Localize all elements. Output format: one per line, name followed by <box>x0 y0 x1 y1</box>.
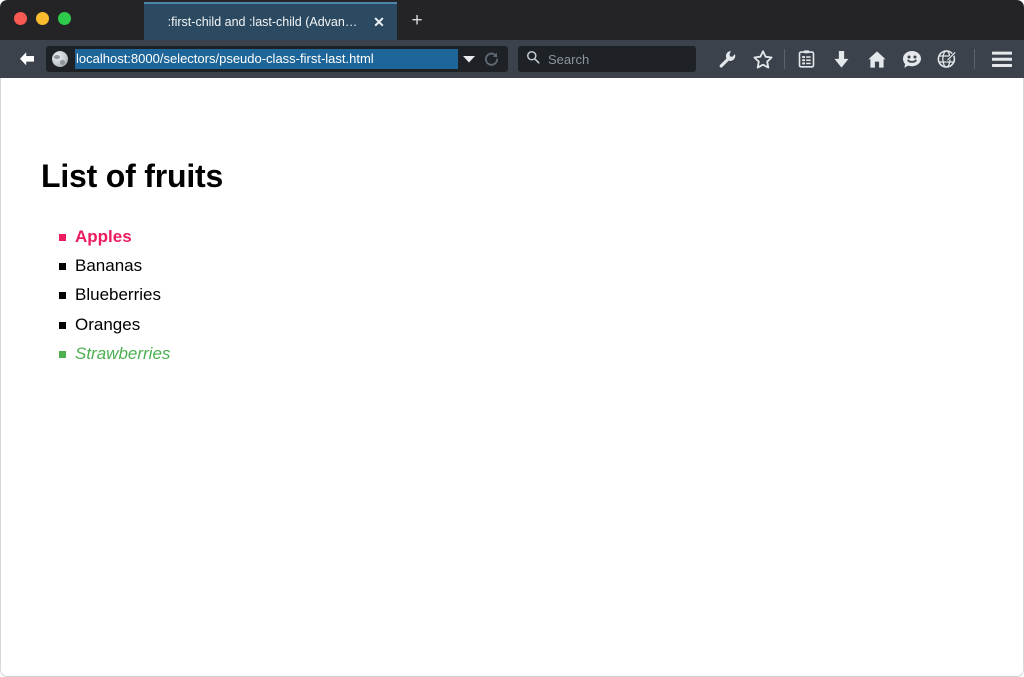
toolbar-separator-2 <box>974 49 975 69</box>
list-item: Oranges <box>58 310 170 339</box>
list-item: Apples <box>58 222 170 251</box>
new-tab-button[interactable]: + <box>397 2 437 40</box>
search-input[interactable]: Search <box>548 52 589 67</box>
search-icon <box>526 50 540 69</box>
list-item: Strawberries <box>58 339 170 368</box>
reload-icon[interactable] <box>480 52 502 67</box>
url-bar[interactable]: localhost:8000/selectors/pseudo-class-fi… <box>46 46 508 72</box>
download-icon[interactable] <box>824 44 859 74</box>
toolbar-icon-group <box>710 44 1019 74</box>
home-icon[interactable] <box>859 44 894 74</box>
back-button[interactable] <box>10 44 44 74</box>
wrench-icon[interactable] <box>710 44 745 74</box>
chevron-down-icon[interactable] <box>458 55 480 63</box>
globe-icon <box>52 51 68 67</box>
close-window-button[interactable] <box>14 12 27 25</box>
browser-tab-active[interactable]: :first-child and :last-child (Advan… ✕ <box>144 2 397 40</box>
fruit-list: Apples Bananas Blueberries Oranges Straw… <box>41 222 170 368</box>
star-icon[interactable] <box>745 44 780 74</box>
toolbar-separator-1 <box>784 49 785 69</box>
tab-strip: :first-child and :last-child (Advan… ✕ + <box>144 0 437 40</box>
close-icon[interactable]: ✕ <box>369 12 389 32</box>
browser-window: :first-child and :last-child (Advan… ✕ +… <box>0 0 1024 677</box>
smiley-icon[interactable] <box>894 44 929 74</box>
globe-pencil-icon[interactable] <box>929 44 964 74</box>
reader-icon[interactable] <box>789 44 824 74</box>
list-item: Blueberries <box>58 280 170 309</box>
list-item: Bananas <box>58 251 170 280</box>
zoom-window-button[interactable] <box>58 12 71 25</box>
titlebar: :first-child and :last-child (Advan… ✕ + <box>0 0 1024 40</box>
navigation-toolbar: localhost:8000/selectors/pseudo-class-fi… <box>0 40 1024 78</box>
page-title: List of fruits <box>41 158 224 194</box>
traffic-lights <box>14 12 71 25</box>
tab-title: :first-child and :last-child (Advan… <box>167 15 358 29</box>
search-box[interactable]: Search <box>518 46 696 72</box>
back-arrow-icon <box>18 51 36 67</box>
url-input[interactable]: localhost:8000/selectors/pseudo-class-fi… <box>75 49 458 69</box>
minimize-window-button[interactable] <box>36 12 49 25</box>
hamburger-menu-icon[interactable] <box>984 44 1019 74</box>
page-viewport: List of fruits Apples Bananas Blueberrie… <box>0 78 1024 677</box>
